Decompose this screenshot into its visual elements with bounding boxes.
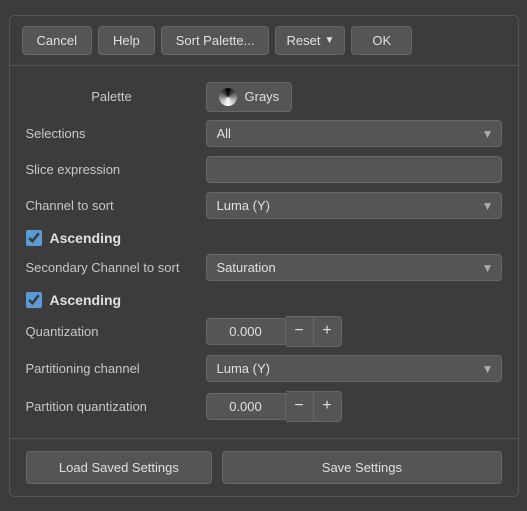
slice-expression-row: Slice expression: [26, 152, 502, 188]
load-saved-settings-button[interactable]: Load Saved Settings: [26, 451, 213, 484]
ascending2-row: Ascending: [26, 286, 502, 312]
slice-expression-label: Slice expression: [26, 162, 206, 177]
secondary-channel-label: Secondary Channel to sort: [26, 260, 206, 275]
cancel-button[interactable]: Cancel: [22, 26, 92, 55]
channel-to-sort-select[interactable]: Luma (Y) Red Green Blue Hue Saturation V…: [206, 192, 502, 219]
partition-quantization-increment-button[interactable]: +: [314, 391, 342, 422]
slice-expression-input[interactable]: [206, 156, 502, 183]
palette-label: Palette: [26, 89, 206, 104]
quantization-value: − +: [206, 316, 502, 347]
quantization-input[interactable]: [206, 318, 286, 345]
secondary-channel-select-wrapper: Saturation Luma (Y) Red Green Blue Hue V…: [206, 254, 502, 281]
reset-chevron-icon: ▼: [324, 35, 334, 46]
channel-to-sort-row: Channel to sort Luma (Y) Red Green Blue …: [26, 188, 502, 224]
quantization-number-row: − +: [206, 316, 502, 347]
partition-quantization-label: Partition quantization: [26, 399, 206, 414]
palette-icon: [219, 88, 237, 106]
quantization-decrement-button[interactable]: −: [286, 316, 314, 347]
sort-palette-button[interactable]: Sort Palette...: [161, 26, 270, 55]
bottom-buttons: Load Saved Settings Save Settings: [10, 438, 518, 496]
sort-palette-dialog: Cancel Help Sort Palette... Reset ▼ OK P…: [9, 15, 519, 497]
ascending2-label: Ascending: [50, 292, 122, 308]
partition-quantization-row: Partition quantization − +: [26, 387, 502, 426]
reset-button[interactable]: Reset ▼: [275, 26, 345, 55]
palette-name: Grays: [245, 89, 280, 104]
partitioning-channel-select-wrapper: Luma (Y) Red Green Blue Hue Saturation V…: [206, 355, 502, 382]
ascending1-label: Ascending: [50, 230, 122, 246]
partition-quantization-input[interactable]: [206, 393, 286, 420]
palette-row: Palette Grays: [26, 78, 502, 116]
selections-label: Selections: [26, 126, 206, 141]
partition-quantization-number-row: − +: [206, 391, 502, 422]
partitioning-channel-select[interactable]: Luma (Y) Red Green Blue Hue Saturation V…: [206, 355, 502, 382]
ascending1-row: Ascending: [26, 224, 502, 250]
reset-label: Reset: [286, 33, 320, 48]
help-button[interactable]: Help: [98, 26, 155, 55]
partitioning-channel-label: Partitioning channel: [26, 361, 206, 376]
ascending1-checkbox[interactable]: [26, 230, 42, 246]
partitioning-channel-row: Partitioning channel Luma (Y) Red Green …: [26, 351, 502, 387]
selections-row: Selections All Selected Unselected ▼: [26, 116, 502, 152]
secondary-channel-select[interactable]: Saturation Luma (Y) Red Green Blue Hue V…: [206, 254, 502, 281]
partitioning-channel-value: Luma (Y) Red Green Blue Hue Saturation V…: [206, 355, 502, 382]
selections-select-wrapper: All Selected Unselected ▼: [206, 120, 502, 147]
secondary-channel-value: Saturation Luma (Y) Red Green Blue Hue V…: [206, 254, 502, 281]
form-content: Palette Grays Selections All Selected Un…: [10, 66, 518, 438]
selections-value: All Selected Unselected ▼: [206, 120, 502, 147]
channel-to-sort-select-wrapper: Luma (Y) Red Green Blue Hue Saturation V…: [206, 192, 502, 219]
palette-button[interactable]: Grays: [206, 82, 293, 112]
quantization-label: Quantization: [26, 324, 206, 339]
quantization-row: Quantization − +: [26, 312, 502, 351]
partition-quantization-decrement-button[interactable]: −: [286, 391, 314, 422]
slice-expression-value: [206, 156, 502, 183]
ok-button[interactable]: OK: [351, 26, 412, 55]
palette-value: Grays: [206, 82, 502, 112]
partition-quantization-value: − +: [206, 391, 502, 422]
channel-to-sort-label: Channel to sort: [26, 198, 206, 213]
secondary-channel-row: Secondary Channel to sort Saturation Lum…: [26, 250, 502, 286]
save-settings-button[interactable]: Save Settings: [222, 451, 501, 484]
toolbar: Cancel Help Sort Palette... Reset ▼ OK: [10, 16, 518, 66]
selections-select[interactable]: All Selected Unselected: [206, 120, 502, 147]
channel-to-sort-value: Luma (Y) Red Green Blue Hue Saturation V…: [206, 192, 502, 219]
ascending2-checkbox[interactable]: [26, 292, 42, 308]
quantization-increment-button[interactable]: +: [314, 316, 342, 347]
